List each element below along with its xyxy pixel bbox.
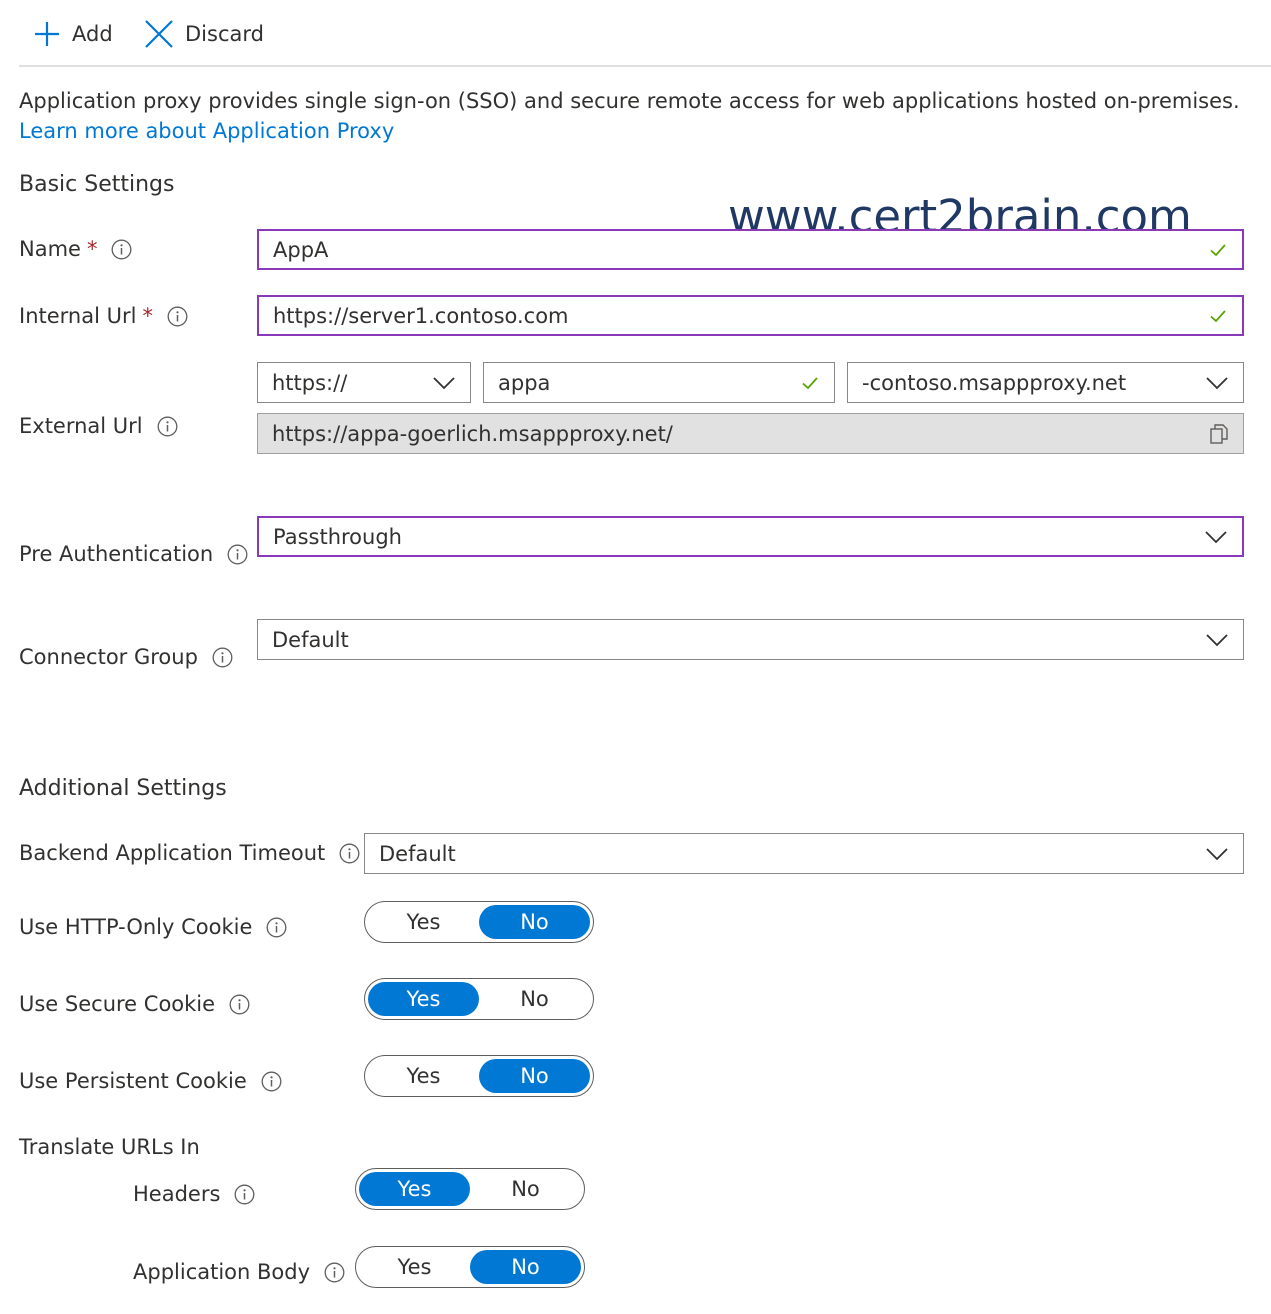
info-icon[interactable] xyxy=(111,239,132,260)
backend-timeout-label: Backend Application Timeout xyxy=(19,841,326,865)
external-url-full-value: https://appa-goerlich.msappproxy.net/ xyxy=(272,421,673,446)
info-icon[interactable] xyxy=(234,1184,255,1205)
description: Application proxy provides single sign-o… xyxy=(19,86,1254,146)
subdomain-value: appa xyxy=(498,370,551,395)
internal-url-label: Internal Url xyxy=(19,304,137,328)
pre-authentication-label-row: Pre Authentication xyxy=(19,542,248,566)
name-input-value: AppA xyxy=(273,237,329,262)
toolbar-divider xyxy=(19,65,1271,67)
info-icon[interactable] xyxy=(212,647,233,668)
internal-url-input[interactable]: https://server1.contoso.com xyxy=(257,295,1244,336)
name-label: Name xyxy=(19,237,81,261)
external-url-label-row: External Url xyxy=(19,414,178,438)
toggle-option-yes[interactable]: Yes xyxy=(359,1172,470,1206)
internal-url-value: https://server1.contoso.com xyxy=(273,303,569,328)
domain-value: -contoso.msappproxy.net xyxy=(862,370,1127,395)
info-icon[interactable] xyxy=(227,544,248,565)
add-button[interactable]: Add xyxy=(32,14,113,54)
toggle-option-no[interactable]: No xyxy=(479,1059,590,1093)
application-body-label-row: Application Body xyxy=(133,1260,345,1284)
http-only-cookie-toggle[interactable]: Yes No xyxy=(364,901,594,943)
secure-cookie-label-row: Use Secure Cookie xyxy=(19,992,250,1016)
pre-authentication-value: Passthrough xyxy=(273,524,402,549)
persistent-cookie-toggle[interactable]: Yes No xyxy=(364,1055,594,1097)
info-icon[interactable] xyxy=(229,994,250,1015)
toggle-option-no[interactable]: No xyxy=(479,982,590,1016)
info-icon[interactable] xyxy=(261,1071,282,1092)
connector-group-dropdown[interactable]: Default xyxy=(257,619,1244,660)
chevron-down-icon xyxy=(432,371,456,395)
connector-group-value: Default xyxy=(272,627,349,652)
translate-urls-label: Translate URLs In xyxy=(19,1135,200,1159)
external-url-label: External Url xyxy=(19,414,143,438)
checkmark-icon xyxy=(800,373,820,393)
add-button-label: Add xyxy=(72,22,113,46)
chevron-down-icon xyxy=(1205,842,1229,866)
toggle-option-yes[interactable]: Yes xyxy=(359,1250,470,1284)
info-icon[interactable] xyxy=(339,843,360,864)
info-icon[interactable] xyxy=(157,416,178,437)
secure-cookie-label: Use Secure Cookie xyxy=(19,992,216,1016)
pre-authentication-label: Pre Authentication xyxy=(19,542,214,566)
external-url-subdomain-input[interactable]: appa xyxy=(483,362,835,403)
connector-group-label-row: Connector Group xyxy=(19,645,233,669)
backend-timeout-dropdown[interactable]: Default xyxy=(364,833,1244,874)
http-only-cookie-label-row: Use HTTP-Only Cookie xyxy=(19,915,287,939)
discard-button-label: Discard xyxy=(185,22,264,46)
backend-timeout-label-row: Backend Application Timeout xyxy=(19,841,360,865)
application-body-toggle[interactable]: Yes No xyxy=(355,1246,585,1288)
backend-timeout-value: Default xyxy=(379,841,456,866)
scheme-value: https:// xyxy=(272,370,348,395)
pre-authentication-dropdown[interactable]: Passthrough xyxy=(257,516,1244,557)
toggle-option-no[interactable]: No xyxy=(470,1172,581,1206)
chevron-down-icon xyxy=(1205,371,1229,395)
description-text: Application proxy provides single sign-o… xyxy=(19,89,1240,113)
info-icon[interactable] xyxy=(167,306,188,327)
checkmark-icon xyxy=(1208,306,1228,326)
persistent-cookie-label-row: Use Persistent Cookie xyxy=(19,1069,282,1093)
required-mark: * xyxy=(142,304,153,328)
connector-group-label: Connector Group xyxy=(19,645,198,669)
plus-icon xyxy=(32,19,62,49)
headers-toggle[interactable]: Yes No xyxy=(355,1168,585,1210)
external-url-scheme-dropdown[interactable]: https:// xyxy=(257,362,471,403)
name-input[interactable]: AppA xyxy=(257,229,1244,270)
internal-url-label-row: Internal Url * xyxy=(19,304,188,328)
headers-label-row: Headers xyxy=(133,1182,255,1206)
learn-more-link[interactable]: Learn more about Application Proxy xyxy=(19,119,394,143)
additional-settings-heading: Additional Settings xyxy=(19,776,227,801)
basic-settings-heading: Basic Settings xyxy=(19,172,175,197)
toggle-option-yes[interactable]: Yes xyxy=(368,1059,479,1093)
secure-cookie-toggle[interactable]: Yes No xyxy=(364,978,594,1020)
required-mark: * xyxy=(86,237,98,261)
name-label-row: Name * xyxy=(19,237,132,261)
headers-label: Headers xyxy=(133,1182,221,1206)
close-icon xyxy=(143,18,175,50)
copy-icon[interactable] xyxy=(1209,423,1229,445)
toggle-option-no[interactable]: No xyxy=(479,905,590,939)
discard-button[interactable]: Discard xyxy=(143,14,264,54)
toggle-option-yes[interactable]: Yes xyxy=(368,982,479,1016)
checkmark-icon xyxy=(1208,240,1228,260)
info-icon[interactable] xyxy=(266,917,287,938)
toggle-option-yes[interactable]: Yes xyxy=(368,905,479,939)
chevron-down-icon xyxy=(1204,525,1228,549)
http-only-cookie-label: Use HTTP-Only Cookie xyxy=(19,915,253,939)
info-icon[interactable] xyxy=(324,1262,345,1283)
toggle-option-no[interactable]: No xyxy=(470,1250,581,1284)
external-url-domain-dropdown[interactable]: -contoso.msappproxy.net xyxy=(847,362,1244,403)
persistent-cookie-label: Use Persistent Cookie xyxy=(19,1069,247,1093)
application-body-label: Application Body xyxy=(133,1260,311,1284)
external-url-readonly: https://appa-goerlich.msappproxy.net/ xyxy=(257,413,1244,454)
chevron-down-icon xyxy=(1205,628,1229,652)
